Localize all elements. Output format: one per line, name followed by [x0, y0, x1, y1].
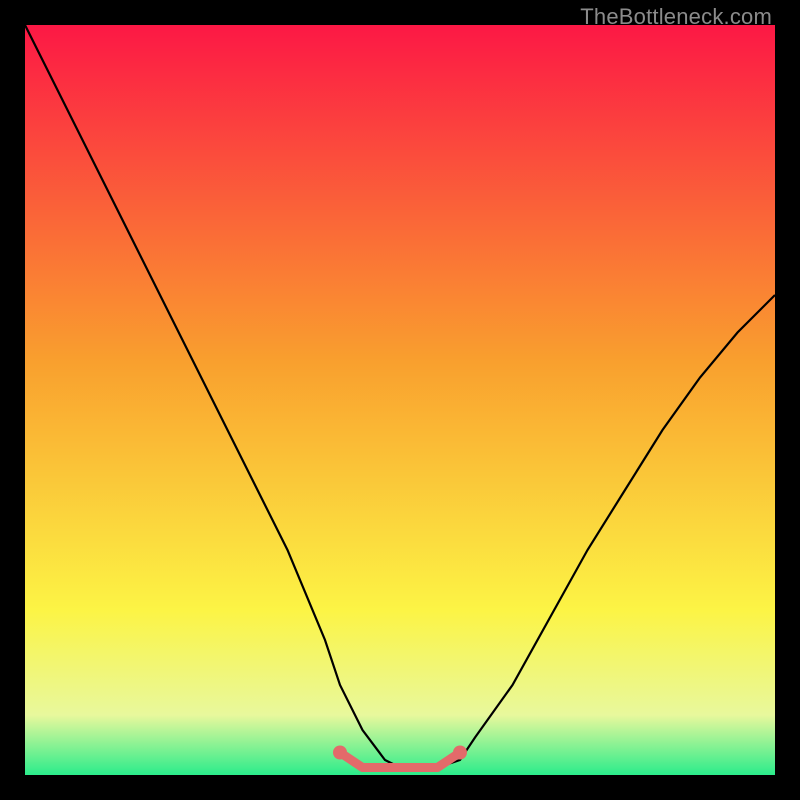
watermark-text: TheBottleneck.com: [580, 4, 772, 30]
chart-frame: TheBottleneck.com: [0, 0, 800, 800]
plot-area: [25, 25, 775, 775]
highlight-dot: [333, 746, 347, 760]
bottleneck-curve: [25, 25, 775, 775]
highlight-dot: [453, 746, 467, 760]
